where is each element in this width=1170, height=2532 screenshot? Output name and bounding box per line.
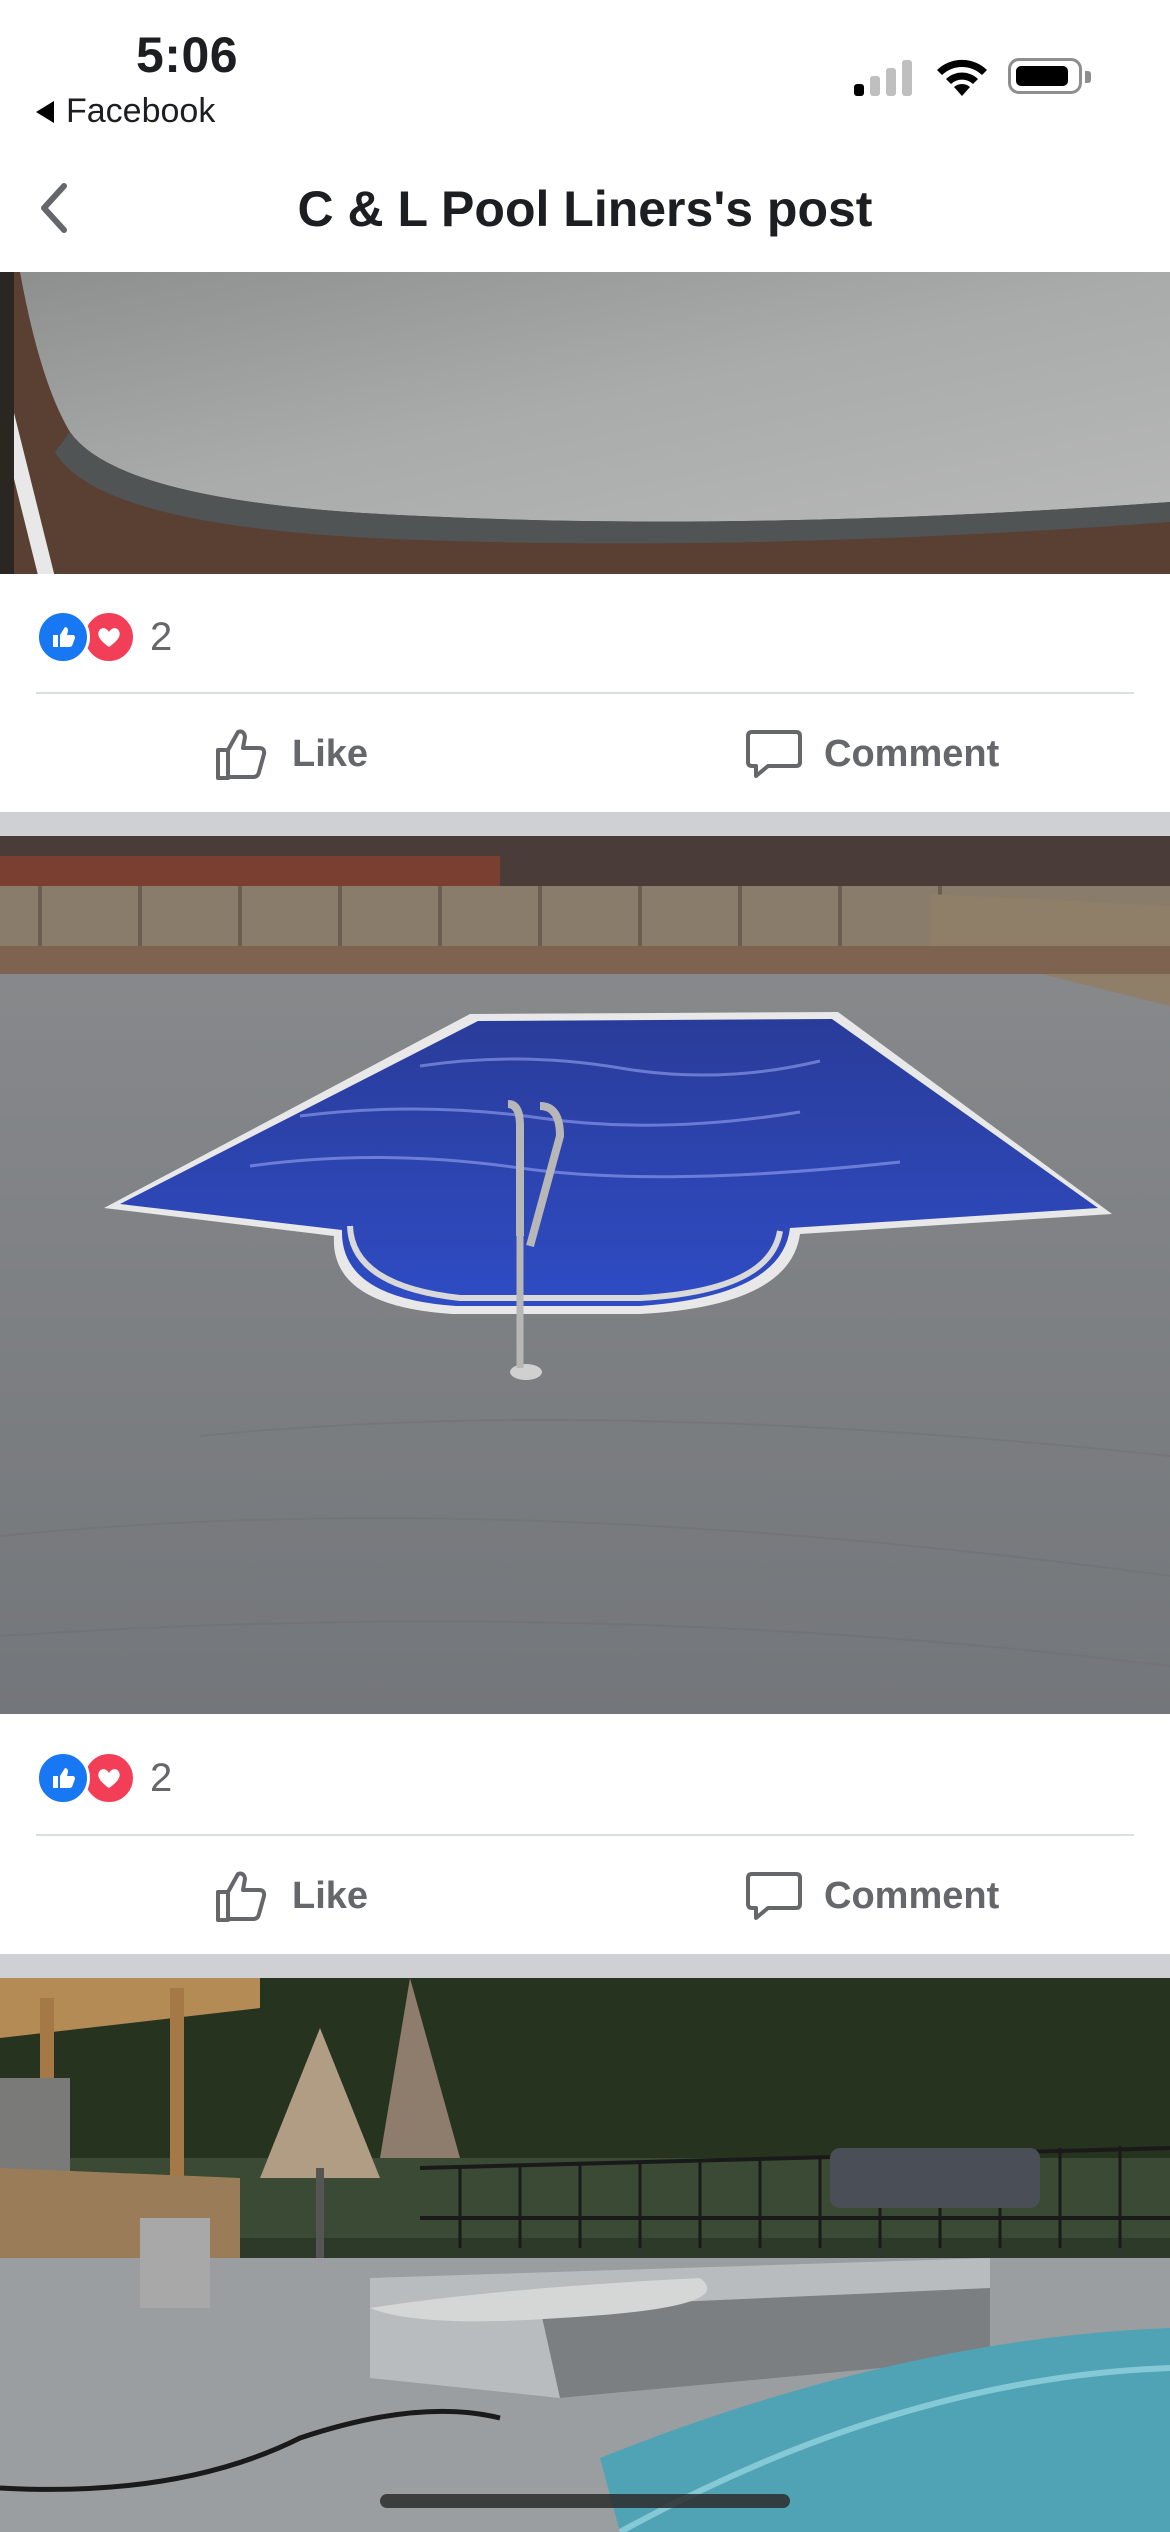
post-photo-1[interactable] [0,272,1170,574]
status-time: 5:06 [136,27,239,83]
comment-icon [746,730,802,778]
home-indicator[interactable] [380,2494,790,2508]
status-bar: 5:06 Facebook [0,0,1170,140]
like-label: Like [292,732,369,775]
reaction-count: 2 [150,1755,173,1800]
comment-button[interactable]: Comment [744,704,999,804]
post-actions: Like Comment [0,704,1170,804]
back-app-label: Facebook [66,92,216,130]
navigation-bar: C & L Pool Liners's post [0,150,1170,273]
divider [36,1834,1134,1836]
comment-label: Comment [824,1874,1000,1917]
page-title: C & L Pool Liners's post [297,181,873,237]
reaction-summary[interactable]: 2 [36,1750,172,1806]
post-separator [0,812,1170,836]
love-reaction-icon [82,1751,136,1805]
post-separator [0,1954,1170,1978]
reaction-summary[interactable]: 2 [36,609,172,665]
like-reaction-icon [36,1751,90,1805]
post-photo-2[interactable] [0,836,1170,1714]
like-button[interactable]: Like [212,1846,368,1946]
thumbs-up-icon [216,729,267,780]
comment-icon [746,1872,802,1920]
back-to-app-link[interactable]: Facebook [36,92,215,131]
post-photo-3[interactable] [0,1978,1170,2532]
wifi-icon [937,59,987,96]
back-triangle-icon [36,100,54,123]
like-label: Like [292,1874,369,1917]
reaction-count: 2 [150,614,173,659]
battery-icon [1008,58,1091,94]
divider [36,692,1134,694]
thumbs-up-icon [216,1871,267,1922]
like-reaction-icon [36,610,90,664]
comment-button[interactable]: Comment [744,1846,999,1946]
signal-icon [854,56,912,96]
like-button[interactable]: Like [212,704,368,804]
love-reaction-icon [82,610,136,664]
post-actions: Like Comment [0,1846,1170,1946]
comment-label: Comment [824,732,1000,775]
